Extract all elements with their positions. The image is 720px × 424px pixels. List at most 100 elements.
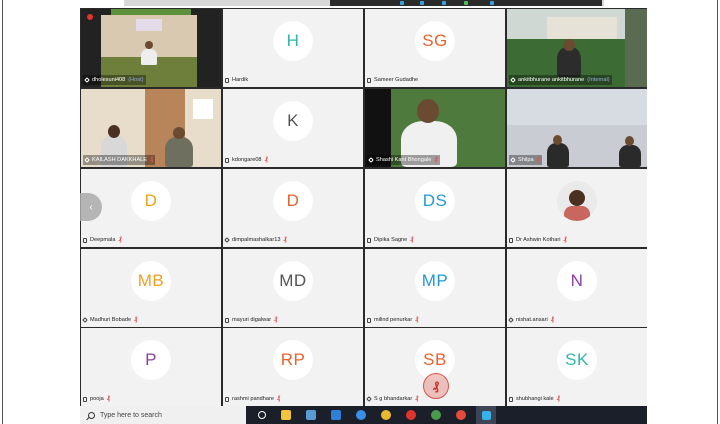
toolbar-icon[interactable] — [400, 1, 404, 5]
participant-tile[interactable]: Shashi Kant Bhongale ₰ — [365, 89, 505, 167]
meeting-toolbar-strip — [330, 0, 602, 6]
participant-tile[interactable]: D Deepmala ₰ — [81, 169, 221, 247]
participant-tile[interactable]: Kkdongare08 ₰ — [223, 89, 363, 167]
participant-name: KAILASH DAKKHALE — [92, 157, 148, 163]
device-icon — [509, 396, 513, 402]
muted-mic-icon: ₰ — [134, 317, 138, 323]
muted-mic-icon: ₰ — [415, 317, 419, 323]
participant-name-row: rashmi pandhare ₰ — [225, 394, 280, 404]
device-icon — [508, 317, 514, 323]
participant-name-row: dholesuni408 (Host) — [83, 75, 146, 85]
participant-tile[interactable]: SK shubhangi kale ₰ — [507, 328, 647, 406]
participant-name-row: Shilpa ₰ — [509, 155, 542, 165]
muted-mic-icon: ₰ — [264, 157, 268, 163]
app-icon[interactable] — [456, 410, 466, 420]
muted-mic-icon: ₰ — [563, 237, 567, 243]
muted-mic-icon: ₰ — [550, 317, 555, 323]
muted-mic-icon: ₰ — [274, 317, 278, 323]
device-icon — [225, 396, 229, 402]
participant-tile[interactable]: Shilpa ₰ — [507, 89, 647, 167]
toolbar-icon[interactable] — [442, 1, 446, 5]
opera-icon[interactable] — [406, 410, 416, 420]
muted-mic-icon: ₰ — [276, 396, 281, 402]
participant-tile[interactable]: Ddimpalmashalkar13 ₰ — [223, 169, 363, 247]
participant-tile[interactable]: Nnishat.ansari ₰ — [507, 249, 647, 327]
muted-mic-icon: ₰ — [106, 396, 111, 402]
muted-mic-icon: ₰ — [150, 157, 154, 163]
avatar-initials: MB — [131, 261, 171, 301]
participant-tile[interactable]: Ppooja ₰ — [81, 328, 221, 406]
chrome-icon[interactable] — [381, 410, 391, 420]
participant-name-row: shubhangi kale ₰ — [509, 394, 560, 404]
participant-name: ankitbhurane ankitbhurane — [518, 77, 585, 83]
participant-name-row: dimpalmashalkar13 ₰ — [224, 235, 287, 245]
muted-mic-icon: ₰ — [410, 237, 414, 243]
participant-tile[interactable]: dholesuni408 (Host) — [81, 9, 221, 87]
toolbar-icon[interactable] — [420, 1, 424, 5]
participant-tile[interactable]: H Hardik — [223, 9, 363, 87]
participant-name: Dipika Sagne — [374, 237, 408, 243]
participant-name-row: Dipika Sagne ₰ — [367, 235, 414, 245]
gallery-view: dholesuni408 (Host) H Hardik SG Sameer Gudadh… — [80, 8, 647, 406]
participant-tile[interactable]: SG Sameer Gudadhe — [365, 9, 505, 87]
store-icon[interactable] — [306, 410, 316, 420]
participant-name: S g bhandarkar — [374, 396, 413, 402]
participant-name-row: Shashi Kant Bhongale ₰ — [367, 155, 440, 165]
toolbar-icon[interactable] — [490, 1, 494, 5]
participant-name-row: mayuri digalwar ₰ — [225, 315, 278, 325]
muted-mic-icon: ₰ — [536, 157, 540, 163]
device-icon — [367, 317, 371, 323]
device-icon — [510, 77, 516, 83]
participant-tile[interactable]: MB Madhuri Bobade ₰ — [81, 249, 221, 327]
zoom-taskbar-button[interactable] — [476, 406, 496, 424]
cortana-icon[interactable] — [258, 411, 266, 419]
taskbar-search[interactable]: Type here to search — [80, 406, 246, 424]
device-icon — [224, 237, 230, 243]
muted-mic-icon: ₰ — [118, 237, 122, 243]
participant-name-row: S g bhandarkar ₰ — [366, 394, 419, 404]
participant-name-row: kdongare08 ₰ — [225, 155, 268, 165]
avatar-initials: D — [131, 181, 171, 221]
device-icon — [366, 396, 372, 402]
participant-name: kdongare08 — [232, 157, 262, 163]
participant-tile[interactable]: MD mayuri digalwar ₰ — [223, 249, 363, 327]
device-icon — [84, 157, 90, 163]
search-icon — [88, 411, 95, 419]
participant-name: Sameer Gudadhe — [374, 77, 419, 83]
participant-tile[interactable]: RP rashmi pandhare ₰ — [223, 328, 363, 406]
avatar-initials: DS — [415, 181, 455, 221]
participant-tile[interactable]: Dr Ashwin Kothari ₰ — [507, 169, 647, 247]
participant-name-row: ankitbhurane ankitbhurane (Internal) — [509, 75, 612, 85]
avatar-initials: P — [131, 340, 171, 380]
avatar-initials: K — [273, 101, 313, 141]
device-icon — [367, 77, 371, 83]
avatar-initials: MD — [273, 261, 313, 301]
participant-tile[interactable]: MP milind penurkar ₰ — [365, 249, 505, 327]
participant-tag: (Host) — [128, 77, 144, 83]
muted-mic-icon: ₰ — [434, 157, 438, 163]
participant-photo — [557, 181, 597, 221]
participant-name-row: pooja ₰ — [83, 394, 110, 404]
participant-name-row: Deepmala ₰ — [83, 235, 122, 245]
toolbar-icon[interactable] — [464, 1, 468, 5]
participant-name: milind penurkar — [374, 317, 413, 323]
device-icon — [84, 77, 90, 83]
floating-mute-icon: ₰ — [423, 373, 449, 399]
participant-tile[interactable]: KAILASH DAKKHALE ₰ — [81, 89, 221, 167]
muted-mic-icon: ₰ — [556, 396, 560, 402]
participant-tag: (Internal) — [587, 77, 610, 83]
avatar-initials: D — [273, 181, 313, 221]
participant-name: dimpalmashalkar13 — [232, 237, 281, 243]
chrome-profile-icon[interactable] — [431, 410, 441, 420]
avatar-initials: N — [557, 261, 597, 301]
device-icon — [367, 237, 371, 243]
participant-name: pooja — [90, 396, 104, 402]
participant-tile[interactable]: ankitbhurane ankitbhurane (Internal) — [507, 9, 647, 87]
file-explorer-icon[interactable] — [281, 410, 291, 420]
calendar-icon[interactable] — [331, 410, 341, 420]
windows-taskbar: Type here to search — [80, 406, 647, 424]
participant-name: Hardik — [232, 77, 249, 83]
participant-tile[interactable]: DS Dipika Sagne ₰ — [365, 169, 505, 247]
edge-icon[interactable] — [356, 410, 366, 420]
search-placeholder: Type here to search — [100, 411, 162, 419]
